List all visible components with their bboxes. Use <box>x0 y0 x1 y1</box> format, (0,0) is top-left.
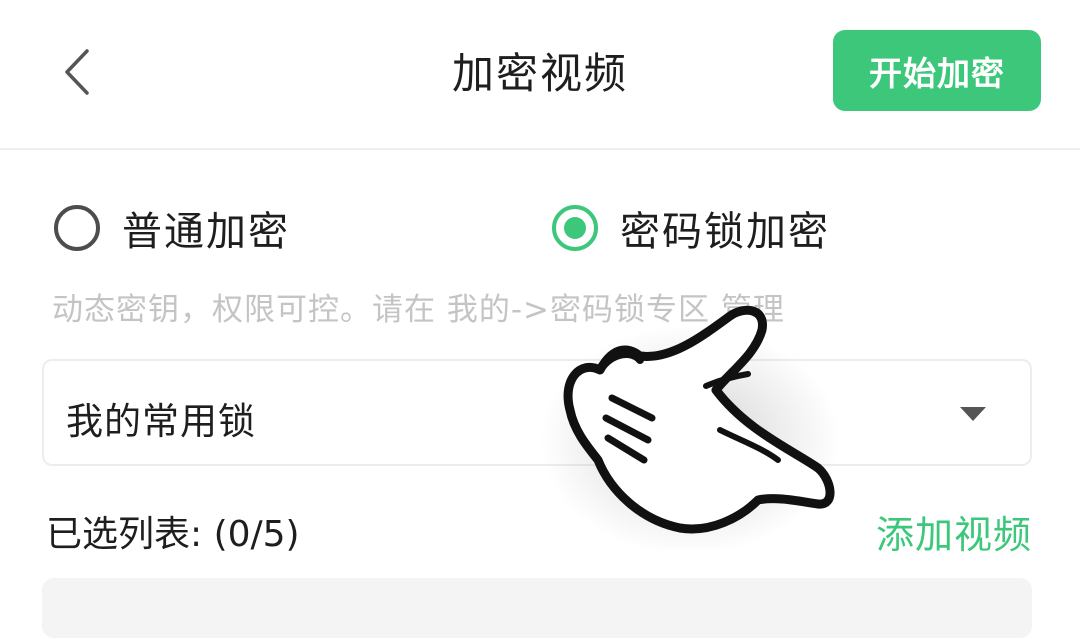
radio-unchecked-icon <box>54 205 100 251</box>
encryption-hint: 动态密钥，权限可控。请在 我的->密码锁专区 管理 <box>52 292 785 328</box>
radio-checked-icon <box>552 205 598 251</box>
caret-down-icon <box>960 407 986 421</box>
radio-normal-label: 普通加密 <box>122 209 290 255</box>
radio-lock-label: 密码锁加密 <box>620 209 830 255</box>
selected-video-list <box>42 578 1032 638</box>
lock-select-value: 我的常用锁 <box>66 400 256 443</box>
selected-list-label: 已选列表: (0/5) <box>46 514 300 555</box>
radio-lock-encryption[interactable]: 密码锁加密 <box>552 200 830 256</box>
start-encrypt-button[interactable]: 开始加密 <box>833 30 1041 111</box>
add-video-button[interactable]: 添加视频 <box>876 504 1032 559</box>
header-bar: 加密视频 开始加密 <box>0 0 1080 150</box>
lock-select-dropdown[interactable]: 我的常用锁 <box>42 359 1032 466</box>
radio-normal-encryption[interactable]: 普通加密 <box>54 200 290 256</box>
